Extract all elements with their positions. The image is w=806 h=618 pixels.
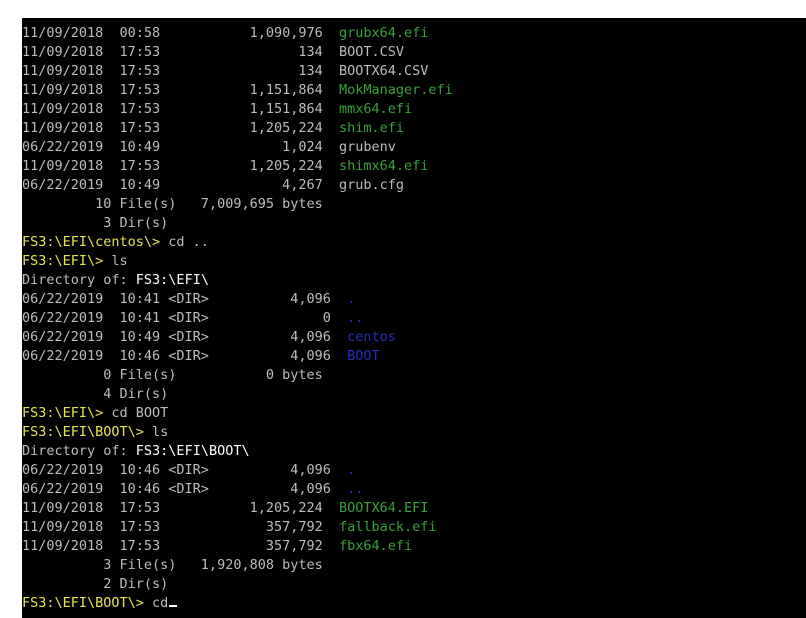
terminal-text-segment: 3 Dir(s) [22, 215, 169, 231]
terminal-line: 10 File(s) 7,009,695 bytes [22, 195, 323, 214]
terminal-text-segment: FS3:\EFI\> [22, 405, 104, 421]
terminal-text-segment: 11/09/2018 17:53 134 BOOT.CSV [22, 44, 405, 60]
terminal-line: 3 Dir(s) [22, 214, 168, 233]
terminal-line: FS3:\EFI\BOOT\> ls [22, 423, 168, 442]
terminal-line: FS3:\EFI\> ls [22, 252, 128, 271]
terminal-text-segment: grubx64.efi [338, 25, 429, 41]
terminal-text-segment: . [347, 291, 356, 307]
efi-shell-terminal[interactable]: 11/09/2018 00:58 1,090,976 grubx64.efi 11… [22, 18, 806, 618]
terminal-text-segment: 11/09/2018 17:53 134 BOOTX64.CSV [22, 63, 429, 79]
terminal-text-segment: FS3:\EFI\> [22, 253, 104, 269]
terminal-line: FS3:\EFI\BOOT\> cd [22, 594, 178, 613]
terminal-line: 3 File(s) 1,920,808 bytes [22, 556, 323, 575]
terminal-text-segment: 06/22/2019 10:49 <DIR> 4,096 [22, 329, 348, 345]
terminal-line: 11/09/2018 17:53 134 BOOT.CSV [22, 43, 404, 62]
terminal-text-segment: 10 File(s) 7,009,695 bytes [22, 196, 323, 212]
terminal-line: 11/09/2018 17:53 1,151,864 MokManager.ef… [22, 81, 453, 100]
terminal-text-segment: . [347, 462, 356, 478]
terminal-text-segment: FS3:\EFI\ [135, 272, 209, 288]
terminal-text-segment: 11/09/2018 17:53 1,205,224 [22, 158, 339, 174]
terminal-line: 06/22/2019 10:41 <DIR> 0 .. [22, 309, 363, 328]
terminal-text-segment: 0 File(s) 0 bytes [22, 367, 323, 383]
terminal-text-segment: MokManager.efi [338, 82, 453, 98]
terminal-line: 11/09/2018 17:53 357,792 fbx64.efi [22, 537, 412, 556]
terminal-line: 2 Dir(s) [22, 575, 168, 594]
terminal-text-segment: 06/22/2019 10:46 <DIR> 4,096 [22, 462, 348, 478]
terminal-text-segment: mmx64.efi [338, 101, 413, 117]
terminal-text-segment: 11/09/2018 17:53 1,205,224 [22, 500, 339, 516]
terminal-text-segment: 11/09/2018 17:53 357,792 [22, 538, 339, 554]
terminal-text-segment: FS3:\EFI\BOOT\> [22, 595, 144, 611]
terminal-line: 4 Dir(s) [22, 385, 168, 404]
terminal-line: 11/09/2018 17:53 1,205,224 shimx64.efi [22, 157, 428, 176]
terminal-line: 06/22/2019 10:46 <DIR> 4,096 . [22, 461, 355, 480]
terminal-text-segment: cd BOOT [103, 405, 169, 421]
terminal-text-segment: 11/09/2018 00:58 1,090,976 [22, 25, 339, 41]
terminal-line: 11/09/2018 17:53 1,205,224 BOOTX64.EFI [22, 499, 428, 518]
terminal-text-segment: .. [347, 310, 364, 326]
terminal-text-segment: FS3:\EFI\BOOT\> [22, 424, 144, 440]
terminal-text-segment: FS3:\EFI\centos\> [22, 234, 161, 250]
terminal-text-segment: fallback.efi [338, 519, 437, 535]
terminal-text-segment: 3 File(s) 1,920,808 bytes [22, 557, 323, 573]
terminal-text-segment: 11/09/2018 17:53 1,151,864 [22, 82, 339, 98]
terminal-text-segment: Directory of: [22, 272, 136, 288]
terminal-line: 11/09/2018 17:53 134 BOOTX64.CSV [22, 62, 428, 81]
terminal-text-segment: 06/22/2019 10:46 <DIR> 4,096 [22, 481, 348, 497]
terminal-text-segment: 11/09/2018 17:53 1,151,864 [22, 101, 339, 117]
terminal-text-segment: 11/09/2018 17:53 357,792 [22, 519, 339, 535]
terminal-text-segment: shimx64.efi [338, 158, 429, 174]
terminal-line: 11/09/2018 17:53 1,205,224 shim.efi [22, 119, 404, 138]
terminal-text-segment: ls [143, 424, 169, 440]
terminal-line: 0 File(s) 0 bytes [22, 366, 323, 385]
terminal-line: 11/09/2018 17:53 1,151,864 mmx64.efi [22, 100, 412, 119]
text-cursor [169, 605, 178, 607]
terminal-text-segment: centos [347, 329, 396, 345]
terminal-text-segment: cd [143, 595, 169, 611]
terminal-text-segment: BOOT [347, 348, 380, 364]
terminal-text-segment: 06/22/2019 10:49 4,267 grub.cfg [22, 177, 405, 193]
terminal-text-segment: cd .. [160, 234, 209, 250]
terminal-text-segment: 06/22/2019 10:41 <DIR> 4,096 [22, 291, 348, 307]
terminal-text-segment: .. [347, 481, 364, 497]
terminal-text-segment: ls [103, 253, 128, 269]
terminal-text-segment: FS3:\EFI\BOOT\ [135, 443, 250, 459]
terminal-line: 06/22/2019 10:46 <DIR> 4,096 BOOT [22, 347, 380, 366]
terminal-line: 06/22/2019 10:49 1,024 grubenv [22, 138, 396, 157]
terminal-line: FS3:\EFI\> cd BOOT [22, 404, 168, 423]
terminal-line: Directory of: FS3:\EFI\BOOT\ [22, 442, 250, 461]
terminal-line: FS3:\EFI\centos\> cd .. [22, 233, 209, 252]
terminal-text-segment: Directory of: [22, 443, 136, 459]
terminal-text-segment: 06/22/2019 10:41 <DIR> 0 [22, 310, 348, 326]
terminal-text-segment: fbx64.efi [338, 538, 413, 554]
terminal-text-segment: 2 Dir(s) [22, 576, 169, 592]
terminal-line: Directory of: FS3:\EFI\ [22, 271, 209, 290]
terminal-line: 06/22/2019 10:49 4,267 grub.cfg [22, 176, 404, 195]
terminal-line: 06/22/2019 10:41 <DIR> 4,096 . [22, 290, 355, 309]
terminal-text-segment: 4 Dir(s) [22, 386, 169, 402]
terminal-line: 06/22/2019 10:46 <DIR> 4,096 .. [22, 480, 363, 499]
terminal-line: 06/22/2019 10:49 <DIR> 4,096 centos [22, 328, 396, 347]
terminal-text-segment: shim.efi [338, 120, 405, 136]
terminal-text-segment: BOOTX64.EFI [338, 500, 429, 516]
terminal-text-segment: 06/22/2019 10:49 1,024 grubenv [22, 139, 396, 155]
terminal-text-segment: 11/09/2018 17:53 1,205,224 [22, 120, 339, 136]
terminal-line: 11/09/2018 17:53 357,792 fallback.efi [22, 518, 437, 537]
terminal-text-segment: 06/22/2019 10:46 <DIR> 4,096 [22, 348, 348, 364]
terminal-line: 11/09/2018 00:58 1,090,976 grubx64.efi [22, 24, 428, 43]
